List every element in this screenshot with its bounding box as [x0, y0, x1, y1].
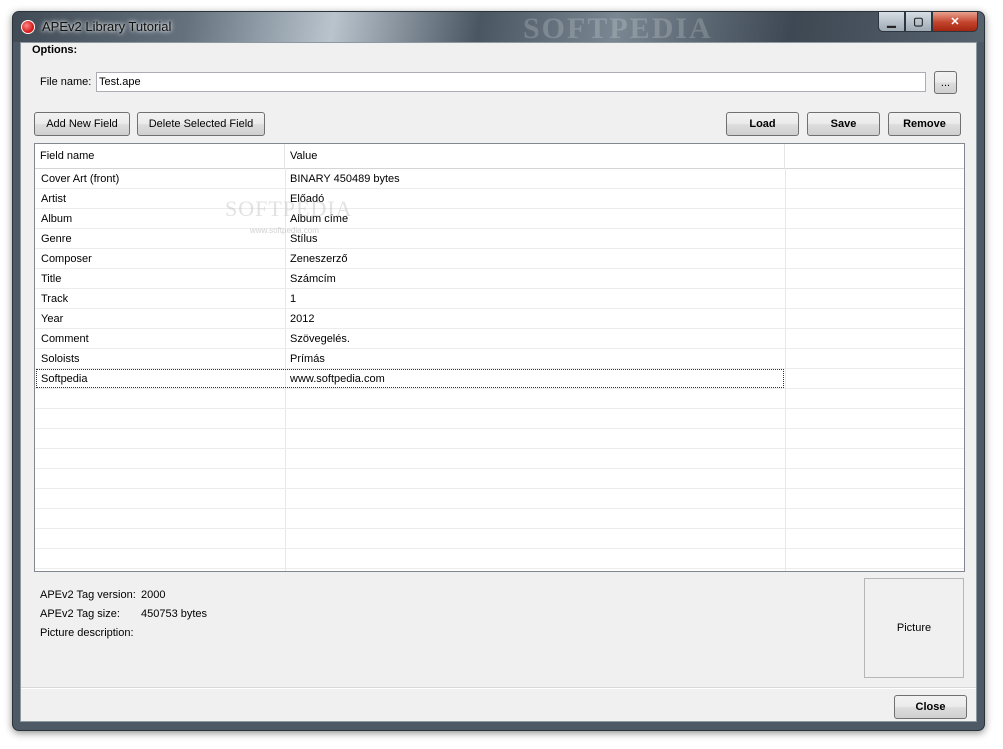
field-name-cell[interactable]: Soloists [41, 349, 80, 369]
empty-table-row[interactable] [35, 389, 964, 409]
empty-table-row[interactable] [35, 449, 964, 469]
empty-table-row[interactable] [35, 529, 964, 549]
table-row[interactable]: Title Számcím [35, 269, 964, 289]
field-name-cell[interactable]: Composer [41, 249, 92, 269]
value-cell[interactable]: 2012 [290, 309, 314, 329]
table-row[interactable]: Soloists Prímás [35, 349, 964, 369]
field-name-cell[interactable]: Softpedia [41, 369, 87, 389]
table-row[interactable]: Artist Előadó [35, 189, 964, 209]
table-row[interactable]: Softpedia www.softpedia.com [35, 369, 964, 389]
window-controls: ▁ ▢ ✕ [878, 12, 978, 32]
close-window-button[interactable]: ✕ [932, 12, 978, 32]
empty-table-row[interactable] [35, 429, 964, 449]
table-row[interactable]: Composer Zeneszerző [35, 249, 964, 269]
file-name-label: File name: [40, 76, 92, 88]
field-name-cell[interactable]: Comment [41, 329, 89, 349]
table-row[interactable]: Album Album címe [35, 209, 964, 229]
remove-button[interactable]: Remove [888, 112, 961, 136]
table-row[interactable]: Genre Stílus [35, 229, 964, 249]
table-watermark-url: www.softpedia.com [250, 226, 319, 235]
app-window: APEv2 Library Tutorial SOFTPEDIA ▁ ▢ ✕ O… [12, 11, 985, 731]
minimize-button[interactable]: ▁ [878, 12, 905, 32]
value-cell[interactable]: Zeneszerző [290, 249, 347, 269]
title-watermark: SOFTPEDIA [523, 12, 713, 45]
table-row[interactable]: Cover Art (front) BINARY 450489 bytes [35, 169, 964, 189]
picture-description-label: Picture description: [40, 627, 134, 639]
field-name-cell[interactable]: Cover Art (front) [41, 169, 119, 189]
file-name-field[interactable]: Test.ape [96, 72, 926, 92]
tag-size-value: 450753 bytes [141, 608, 208, 620]
field-name-cell[interactable]: Genre [41, 229, 72, 249]
focus-rectangle [36, 369, 784, 388]
close-button[interactable]: Close [894, 695, 967, 719]
options-group-label: Options: [32, 44, 78, 56]
picture-preview: Picture [864, 578, 964, 678]
footer-divider-highlight [21, 688, 976, 689]
fields-table[interactable]: Field name Value Cover Art (front) BINARY… [34, 143, 965, 572]
table-row[interactable]: Year 2012 [35, 309, 964, 329]
field-name-cell[interactable]: Track [41, 289, 68, 309]
window-title: APEv2 Library Tutorial [42, 19, 172, 34]
table-watermark: SOFTPEDIA [225, 196, 353, 221]
field-name-cell[interactable]: Title [41, 269, 61, 289]
maximize-button[interactable]: ▢ [905, 12, 932, 32]
value-cell[interactable]: Prímás [290, 349, 325, 369]
field-name-cell[interactable]: Artist [41, 189, 66, 209]
tag-version-label: APEv2 Tag version: [40, 589, 136, 601]
field-name-cell[interactable]: Year [41, 309, 63, 329]
empty-table-row[interactable] [35, 549, 964, 569]
client-area: Options: File name: Test.ape ... Add New… [20, 42, 977, 722]
value-cell[interactable]: BINARY 450489 bytes [290, 169, 400, 189]
column-header-value[interactable]: Value [285, 144, 785, 168]
empty-table-row[interactable] [35, 409, 964, 429]
value-cell[interactable]: www.softpedia.com [290, 369, 385, 389]
value-cell[interactable]: 1 [290, 289, 296, 309]
title-bar[interactable]: APEv2 Library Tutorial SOFTPEDIA ▁ ▢ ✕ [13, 12, 984, 45]
empty-table-row[interactable] [35, 509, 964, 529]
column-header-field-name[interactable]: Field name [35, 144, 285, 168]
picture-label: Picture [896, 622, 932, 634]
value-cell[interactable]: Számcím [290, 269, 336, 289]
load-button[interactable]: Load [726, 112, 799, 136]
app-icon [21, 20, 35, 34]
save-button[interactable]: Save [807, 112, 880, 136]
add-new-field-button[interactable]: Add New Field [34, 112, 130, 136]
browse-button[interactable]: ... [934, 71, 957, 94]
value-cell[interactable]: Szövegelés. [290, 329, 350, 349]
delete-selected-field-button[interactable]: Delete Selected Field [137, 112, 265, 136]
empty-table-row[interactable] [35, 489, 964, 509]
table-row[interactable]: Comment Szövegelés. [35, 329, 964, 349]
table-row[interactable]: Track 1 [35, 289, 964, 309]
empty-table-row[interactable] [35, 469, 964, 489]
table-header: Field name Value [35, 144, 964, 169]
tag-size-label: APEv2 Tag size: [40, 608, 120, 620]
tag-version-value: 2000 [141, 589, 166, 601]
field-name-cell[interactable]: Album [41, 209, 72, 229]
